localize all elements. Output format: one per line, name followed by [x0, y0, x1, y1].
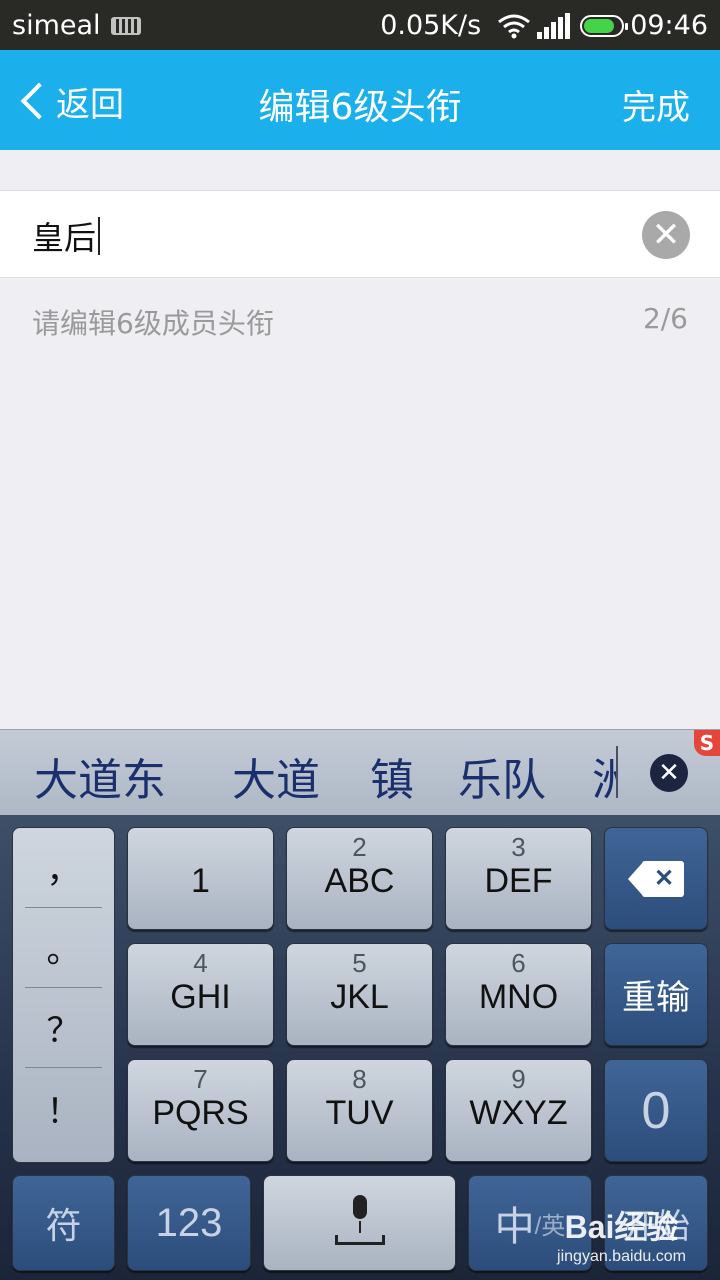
- voice-space-key[interactable]: [263, 1175, 456, 1271]
- signal-icon: [537, 12, 572, 39]
- candidate-item[interactable]: 大道东: [34, 744, 166, 808]
- key-0[interactable]: 0: [604, 1059, 708, 1162]
- backspace-icon: ✕: [628, 860, 684, 897]
- network-speed: 0.05K/s: [380, 10, 482, 41]
- ime-candidate-bar: 大道东 大道 镇 乐队 洲 ✕ S: [0, 729, 720, 815]
- key-5[interactable]: 5 JKL: [286, 943, 433, 1046]
- nav-bar: 返回 编辑6级头衔 完成: [0, 50, 720, 150]
- keyboard-icon: [110, 16, 141, 35]
- close-icon[interactable]: ✕: [650, 754, 688, 792]
- carrier-label: simeal: [12, 10, 101, 41]
- sogou-logo-icon: S: [694, 730, 720, 756]
- clock: 09:46: [630, 10, 708, 41]
- done-button[interactable]: 完成: [622, 80, 690, 129]
- microphone-icon: [334, 1195, 385, 1251]
- punct-key-exclamation[interactable]: ！: [25, 1068, 102, 1148]
- punctuation-column[interactable]: ， 。 ？ ！: [12, 827, 115, 1163]
- key-9[interactable]: 9 WXYZ: [445, 1059, 592, 1162]
- backspace-key[interactable]: ✕: [604, 827, 708, 930]
- key-3[interactable]: 3 DEF: [445, 827, 592, 930]
- punct-key-comma[interactable]: ，: [25, 828, 102, 908]
- key-4[interactable]: 4 GHI: [127, 943, 274, 1046]
- candidate-item[interactable]: 洲: [592, 744, 616, 808]
- battery-icon: [580, 14, 629, 37]
- title-input[interactable]: 皇后: [32, 213, 101, 259]
- baidu-jingyan-watermark: Bai经验 jingyan.baidu.com: [557, 1209, 686, 1265]
- clear-icon[interactable]: ✕: [642, 211, 690, 259]
- key-7[interactable]: 7 PQRS: [127, 1059, 274, 1162]
- key-6[interactable]: 6 MNO: [445, 943, 592, 1046]
- input-hint: 请编辑6级成员头衔: [32, 307, 274, 340]
- candidate-item[interactable]: 乐队: [458, 744, 546, 808]
- key-1[interactable]: 1: [127, 827, 274, 930]
- reinput-key[interactable]: 重输: [604, 943, 708, 1046]
- text-cursor: [98, 217, 101, 255]
- divider: [616, 746, 618, 798]
- key-8[interactable]: 8 TUV: [286, 1059, 433, 1162]
- char-counter: 2/6: [642, 302, 688, 335]
- symbol-key[interactable]: 符: [12, 1175, 115, 1271]
- ime-keyboard: ， 。 ？ ！ 1 2 ABC 3 DEF ✕ 4 GHI 5 JKL 6 MN…: [0, 815, 720, 1280]
- number-mode-key[interactable]: 123: [127, 1175, 251, 1271]
- status-bar: simeal 0.05K/s 09:46: [0, 0, 720, 50]
- wifi-icon: [498, 14, 531, 38]
- candidate-item[interactable]: 大道: [232, 744, 320, 808]
- title-input-row[interactable]: 皇后 ✕: [0, 190, 720, 278]
- title-input-value: 皇后: [32, 219, 97, 257]
- page-title: 编辑6级头衔: [258, 87, 462, 128]
- candidate-item[interactable]: 镇: [370, 744, 414, 808]
- punct-key-period[interactable]: 。: [25, 908, 102, 988]
- punct-key-question[interactable]: ？: [25, 988, 102, 1068]
- key-2[interactable]: 2 ABC: [286, 827, 433, 930]
